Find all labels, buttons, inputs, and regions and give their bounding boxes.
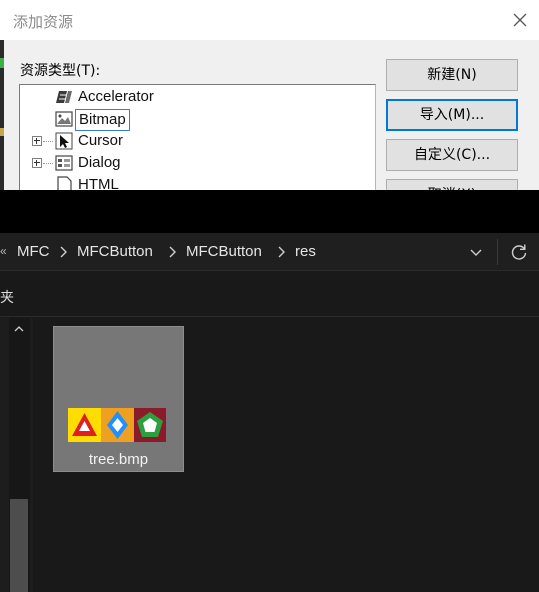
tree-connector <box>43 163 53 164</box>
accelerator-icon <box>56 91 72 103</box>
cancel-button[interactable]: 取消(X) <box>386 179 518 190</box>
tree-item-html[interactable]: HTML <box>20 174 360 190</box>
custom-button[interactable]: 自定义(C)... <box>386 139 518 171</box>
scroll-up-icon[interactable] <box>13 324 25 334</box>
editor-marker <box>0 58 4 68</box>
tree-item-label: Bitmap <box>75 109 130 131</box>
vertical-scrollbar[interactable] <box>9 318 30 592</box>
navigation-pane <box>0 318 33 592</box>
tree-item-dialog[interactable]: Dialog <box>20 152 360 174</box>
chevron-right-icon[interactable] <box>278 245 286 259</box>
breadcrumb-overflow[interactable]: « <box>0 244 7 258</box>
dialog-icon <box>55 155 73 171</box>
resource-type-tree[interactable]: Accelerator Bitmap Cursor Dialog HTML <box>19 84 376 190</box>
file-explorer: « MFC MFCButton MFCButton res 夹 tree.bmp <box>0 233 539 592</box>
toolbar-strip: 夹 <box>0 271 539 317</box>
dialog-title: 添加资源 <box>13 13 74 31</box>
add-resource-dialog: 添加资源 资源类型(T): Accelerator Bitmap Cursor … <box>0 0 539 190</box>
tree-item-label: Dialog <box>78 154 121 171</box>
tree-item-label: Accelerator <box>78 88 154 105</box>
scrollbar-thumb[interactable] <box>10 499 28 592</box>
new-button[interactable]: 新建(N) <box>386 59 518 91</box>
chevron-down-icon[interactable] <box>468 245 484 259</box>
resource-type-label: 资源类型(T): <box>20 63 101 79</box>
dialog-titlebar: 添加资源 <box>0 0 539 40</box>
bitmap-icon <box>55 111 73 127</box>
refresh-icon[interactable] <box>509 242 529 262</box>
close-icon[interactable] <box>508 8 532 32</box>
expand-icon[interactable] <box>32 158 42 168</box>
tree-item-bitmap[interactable]: Bitmap <box>20 108 360 131</box>
breadcrumb-mfc[interactable]: MFC <box>17 243 50 260</box>
bmp-thumbnail <box>68 408 166 442</box>
divider <box>497 239 498 265</box>
html-icon <box>57 176 72 190</box>
tree-item-cursor[interactable]: Cursor <box>20 130 360 152</box>
screenshot-separator <box>0 190 539 233</box>
tree-connector <box>43 141 53 142</box>
tree-item-accelerator[interactable]: Accelerator <box>20 86 360 108</box>
tree-item-label: Cursor <box>78 132 124 149</box>
file-name: tree.bmp <box>88 451 149 468</box>
tree-item-label: HTML <box>78 176 119 190</box>
breadcrumb-res[interactable]: res <box>295 243 316 260</box>
expand-icon[interactable] <box>32 136 42 146</box>
editor-marker <box>0 128 4 136</box>
import-button[interactable]: 导入(M)... <box>386 99 518 131</box>
breadcrumb-mfcbutton[interactable]: MFCButton <box>77 243 153 260</box>
chevron-right-icon[interactable] <box>60 245 68 259</box>
cursor-icon <box>55 132 73 150</box>
address-bar[interactable]: « MFC MFCButton MFCButton res <box>0 233 539 271</box>
breadcrumb-mfcbutton-sub[interactable]: MFCButton <box>186 243 262 260</box>
file-item-tree-bmp[interactable]: tree.bmp <box>53 326 184 472</box>
chevron-right-icon[interactable] <box>169 245 177 259</box>
nav-label: 夹 <box>0 290 14 306</box>
